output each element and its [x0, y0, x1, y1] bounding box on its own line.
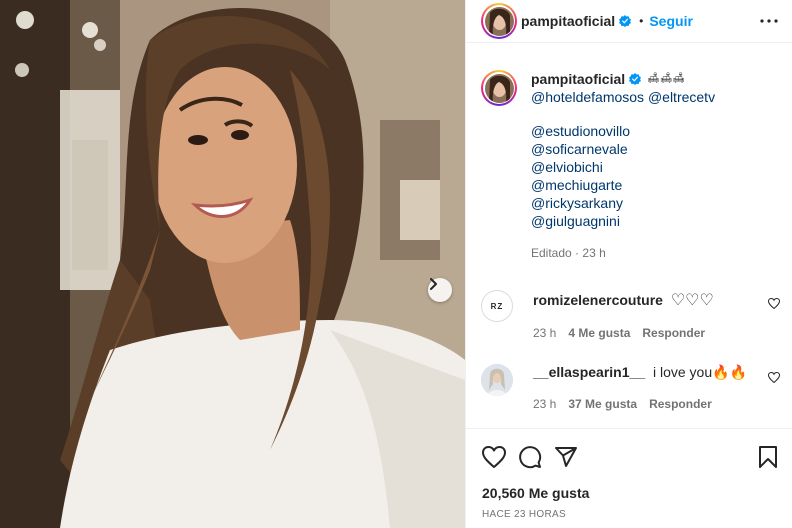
- comment-item: RZ romizelenercouture ♡♡♡ 23 h 4 Me gust…: [481, 290, 781, 340]
- edited-time[interactable]: 23 h: [582, 246, 605, 260]
- comment-reply-button[interactable]: Responder: [649, 397, 712, 411]
- mention-link[interactable]: @elviobichi: [531, 158, 715, 176]
- comment-avatar[interactable]: RZ: [481, 290, 513, 322]
- verified-badge-icon: [619, 15, 632, 27]
- photo-illustration: [0, 0, 465, 528]
- caption: pampitaoficial 🛋🛋🛋 @hoteldefamosos @eltr…: [481, 70, 782, 262]
- caption-avatar[interactable]: [481, 70, 517, 106]
- bookmark-icon[interactable]: [758, 445, 778, 469]
- comment-time[interactable]: 23 h: [533, 397, 556, 411]
- mention-link[interactable]: @estudionovillo: [531, 122, 715, 140]
- comment-likes[interactable]: 4 Me gusta: [568, 326, 630, 340]
- avatar-monogram: RZ: [490, 301, 504, 311]
- comment-meta: 23 h 4 Me gusta Responder: [533, 326, 780, 340]
- comment-username[interactable]: romizelenercouture: [533, 292, 663, 308]
- post-actions: 20,560 Me gusta HACE 23 HORAS: [466, 428, 792, 520]
- verified-badge-icon: [629, 73, 642, 85]
- avatar[interactable]: [481, 3, 517, 39]
- caption-username[interactable]: pampitaoficial: [531, 70, 625, 88]
- follow-button[interactable]: Seguir: [649, 13, 693, 29]
- mention-link[interactable]: @mechiugarte: [531, 176, 715, 194]
- separator-dot: •: [639, 14, 644, 28]
- mention-link[interactable]: @rickysarkany: [531, 194, 715, 212]
- comment-meta: 23 h 37 Me gusta Responder: [533, 397, 780, 411]
- post-side-panel: pampitaoficial • Seguir pampitaoficial 🛋…: [465, 0, 792, 528]
- mention-link[interactable]: @hoteldefamosos: [531, 89, 644, 105]
- comment-text: ♡♡♡: [670, 292, 714, 309]
- comment-text: i love you🔥🔥: [652, 364, 747, 380]
- comment-body: romizelenercouture ♡♡♡ 23 h 4 Me gusta R…: [533, 290, 780, 340]
- heart-icon[interactable]: [482, 446, 506, 468]
- likes-count[interactable]: 20,560 Me gusta: [466, 469, 792, 501]
- post-time[interactable]: HACE 23 HORAS: [466, 501, 792, 520]
- edited-separator: ·: [575, 246, 580, 260]
- comment-body: __ellaspearin1__ i love you🔥🔥 23 h 37 Me…: [533, 364, 780, 411]
- post-header: pampitaoficial • Seguir: [466, 0, 792, 43]
- more-options-icon[interactable]: [760, 19, 778, 23]
- share-icon[interactable]: [554, 445, 578, 469]
- carousel-next-button[interactable]: [428, 278, 452, 302]
- mention-link[interactable]: @soficarnevale: [531, 140, 715, 158]
- mention-link[interactable]: @giulguagnini: [531, 212, 715, 230]
- caption-body: pampitaoficial 🛋🛋🛋 @hoteldefamosos @eltr…: [531, 70, 715, 262]
- header-username[interactable]: pampitaoficial: [521, 13, 615, 29]
- heart-icon[interactable]: [767, 370, 781, 386]
- caption-meta: Editado · 23 h: [531, 244, 715, 262]
- heart-icon[interactable]: [767, 296, 781, 312]
- post-photo: [0, 0, 465, 528]
- caption-emoji: 🛋🛋🛋: [647, 73, 686, 84]
- comment-username[interactable]: __ellaspearin1__: [533, 364, 645, 380]
- mention-link[interactable]: @eltrecetv: [648, 89, 715, 105]
- edited-label: Editado: [531, 246, 572, 260]
- comment-reply-button[interactable]: Responder: [642, 326, 705, 340]
- comment-likes[interactable]: 37 Me gusta: [568, 397, 637, 411]
- comment-icon[interactable]: [518, 445, 542, 469]
- comment-time[interactable]: 23 h: [533, 326, 556, 340]
- comment-item: __ellaspearin1__ i love you🔥🔥 23 h 37 Me…: [481, 364, 781, 411]
- comment-avatar[interactable]: [481, 364, 513, 396]
